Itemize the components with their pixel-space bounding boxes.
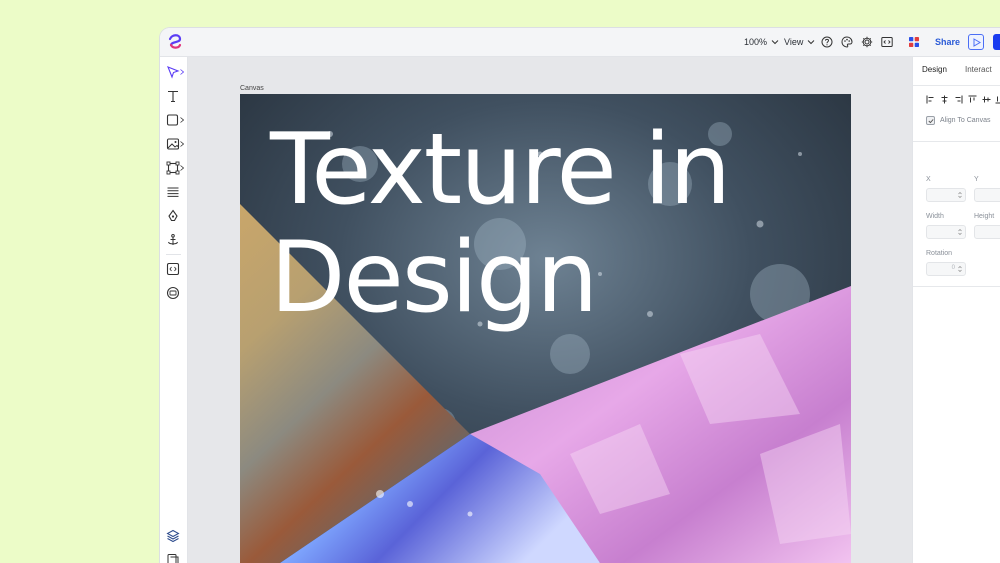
palette-icon[interactable]	[841, 36, 853, 48]
text-tool-icon[interactable]	[166, 89, 180, 103]
anchor-icon[interactable]	[166, 233, 180, 247]
chevron-down-icon	[771, 40, 779, 45]
artboard-title[interactable]: Texture in Design	[270, 116, 830, 332]
app-window: 100% View Share Canvas Texture in Design…	[160, 28, 1000, 563]
app-logo-icon[interactable]	[166, 33, 184, 51]
rotation-label: Rotation	[926, 250, 953, 257]
align-to-canvas-checkbox[interactable]	[926, 116, 935, 125]
canvas-area[interactable]: Canvas Texture in Design	[188, 57, 912, 563]
align-top-icon[interactable]	[968, 95, 977, 104]
grid-icon[interactable]	[908, 36, 920, 48]
view-label: View	[784, 37, 804, 47]
publish-button[interactable]	[993, 34, 1000, 50]
layers-icon[interactable]	[166, 529, 180, 543]
x-label: X	[926, 176, 931, 183]
height-label: Height	[974, 213, 995, 220]
top-toolbar: 100% View Share	[160, 28, 1000, 57]
stepper-icon	[958, 266, 962, 272]
checkmark-icon	[928, 119, 934, 124]
width-input[interactable]	[926, 225, 966, 239]
title-line-1: Texture in	[270, 113, 731, 227]
share-button[interactable]: Share	[935, 28, 960, 56]
left-toolbar	[160, 57, 188, 563]
chevron-down-icon	[808, 40, 815, 45]
caret-right-icon	[180, 117, 184, 123]
canvas-label: Canvas	[240, 85, 264, 92]
frame-tool-icon[interactable]	[166, 161, 180, 175]
shape-tool-icon[interactable]	[166, 113, 180, 127]
y-label: Y	[974, 176, 979, 183]
stepper-icon	[958, 192, 962, 198]
artboard[interactable]: Texture in Design	[240, 94, 851, 563]
help-icon[interactable]	[821, 36, 833, 48]
zoom-value: 100%	[744, 37, 768, 47]
panel-divider	[913, 85, 1000, 86]
pointer-tool-icon[interactable]	[166, 65, 180, 79]
align-left-icon[interactable]	[926, 95, 935, 104]
caret-right-icon	[180, 69, 184, 75]
tab-design[interactable]: Design	[922, 65, 947, 74]
properties-panel: Design Interact Align To Canvas X Y Widt…	[912, 57, 1000, 563]
panel-divider	[913, 286, 1000, 287]
panel-divider	[913, 141, 1000, 142]
list-tool-icon[interactable]	[166, 185, 180, 199]
image-tool-icon[interactable]	[166, 137, 180, 151]
pen-tool-icon[interactable]	[166, 209, 180, 223]
align-right-icon[interactable]	[954, 95, 963, 104]
x-input[interactable]	[926, 188, 966, 202]
view-dropdown[interactable]: View	[784, 28, 815, 56]
caret-right-icon	[180, 141, 184, 147]
gear-icon[interactable]	[861, 36, 873, 48]
rotation-value: 0	[951, 265, 955, 271]
y-input[interactable]	[974, 188, 1000, 202]
code-icon[interactable]	[881, 36, 893, 48]
play-icon	[973, 38, 981, 47]
preview-button[interactable]	[968, 34, 984, 50]
caret-right-icon	[180, 165, 184, 171]
stepper-icon	[958, 229, 962, 235]
component-icon[interactable]	[166, 286, 180, 300]
code-embed-icon[interactable]	[166, 262, 180, 276]
tab-interact[interactable]: Interact	[965, 65, 992, 74]
toolbar-divider	[166, 254, 181, 255]
width-label: Width	[926, 213, 944, 220]
align-to-canvas-label: Align To Canvas	[940, 117, 991, 124]
align-bottom-icon[interactable]	[995, 95, 1000, 104]
zoom-dropdown[interactable]: 100%	[744, 28, 779, 56]
pages-icon[interactable]	[166, 553, 180, 563]
height-input[interactable]	[974, 225, 1000, 239]
align-middle-icon[interactable]	[982, 95, 991, 104]
rotation-input[interactable]: 0	[926, 262, 966, 276]
align-center-horizontal-icon[interactable]	[940, 95, 949, 104]
title-line-2: Design	[270, 221, 598, 335]
